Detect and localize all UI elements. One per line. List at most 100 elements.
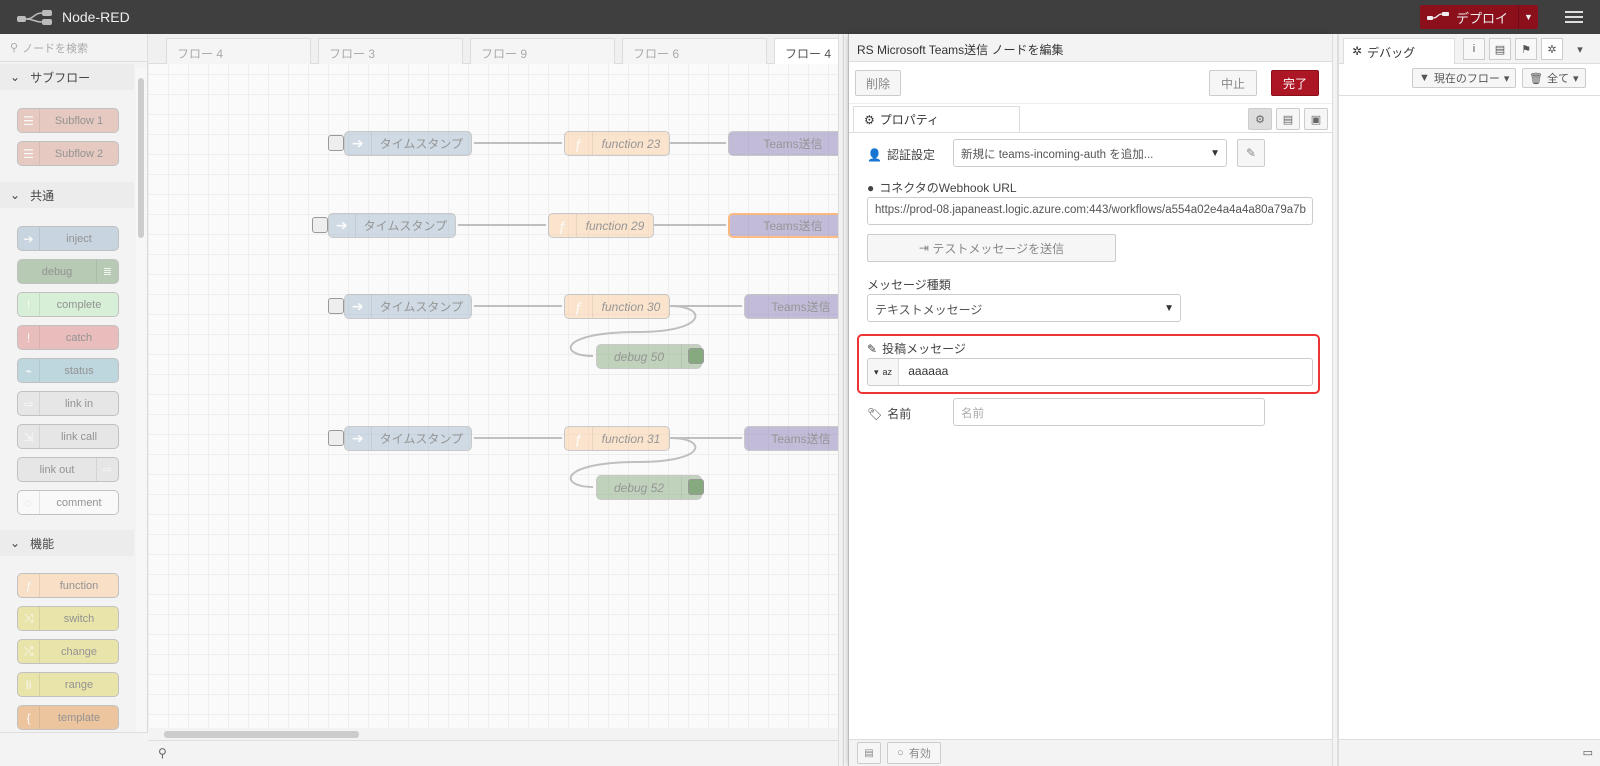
appearance-icon[interactable]: ▣ <box>1304 108 1328 130</box>
clear-all-button[interactable]: 🗑 全て ▾ <box>1522 68 1586 88</box>
palette-node-function[interactable]: ƒ function <box>17 573 119 598</box>
palette-node-template[interactable]: { template <box>17 705 119 730</box>
palette-node-range[interactable]: ǀi range <box>17 672 119 697</box>
deploy-dropdown-caret-icon[interactable]: ▼ <box>1518 5 1538 29</box>
flow-node-label: Teams送信 <box>771 300 831 314</box>
circle-icon: ○ <box>897 747 904 759</box>
webhook-url-input[interactable]: https://prod-08.japaneast.logic.azure.co… <box>867 197 1313 225</box>
flow-node-debug[interactable]: debug 52 ≣ <box>596 475 702 500</box>
debug-toggle-button[interactable] <box>688 348 704 364</box>
flow-node-function[interactable]: ƒ function 29 <box>548 213 654 238</box>
delete-button[interactable]: 削除 <box>855 70 901 96</box>
search-icon: ⚲ <box>10 42 19 54</box>
inject-trigger-button[interactable] <box>328 298 344 314</box>
message-type-select[interactable]: テキストメッセージ ▼ <box>867 294 1181 322</box>
chevron-down-icon: ▼ <box>1164 303 1174 314</box>
flow-node-teams[interactable]: Teams送信 <box>744 294 838 319</box>
help-book-icon[interactable]: ▤ <box>1489 38 1511 60</box>
palette-node-label: Subflow 2 <box>54 147 104 160</box>
debug-toggle-button[interactable] <box>688 479 704 495</box>
palette-node-debug[interactable]: debug ≣ <box>17 259 119 284</box>
description-icon[interactable]: ▤ <box>1276 108 1300 130</box>
main-menu-icon[interactable] <box>1565 8 1583 26</box>
inject-trigger-button[interactable] <box>312 217 328 233</box>
filter-current-flow-button[interactable]: ▼ 現在のフロー ▾ <box>1412 68 1517 88</box>
palette-node-subflow-2[interactable]: ☰ Subflow 2 <box>17 141 119 166</box>
palette-node-switch[interactable]: ⤨ switch <box>17 606 119 631</box>
flow-node-function[interactable]: ƒ function 31 <box>564 426 670 451</box>
flow-workspace[interactable]: フロー 4 フロー 3 フロー 9 フロー 6 フロー 4 ➔ タイムスタンプ … <box>148 34 838 740</box>
flow-node-teams-selected[interactable]: Teams送信 <box>728 213 838 238</box>
palette-node-label: debug <box>41 265 73 278</box>
tab-properties[interactable]: ⚙ プロパティ <box>853 106 1020 133</box>
edit-pencil-button[interactable]: ✎ <box>1237 139 1265 167</box>
palette-node-inject[interactable]: ➔ inject <box>17 226 119 251</box>
palette-category-function[interactable]: ⌄ 機能 <box>0 530 134 556</box>
palette-category-subflow[interactable]: ⌄ サブフロー <box>0 64 134 90</box>
switch-icon: ⤨ <box>18 607 40 630</box>
function-f-icon: ƒ <box>18 574 40 597</box>
tab-debug-label: デバッグ <box>1367 46 1416 60</box>
flow-node-timestamp[interactable]: ➔ タイムスタンプ <box>344 294 472 319</box>
palette-node-link-in[interactable]: ⇨ link in <box>17 391 119 416</box>
post-message-typed-input[interactable]: ▾ az aaaaaa <box>867 358 1313 386</box>
enabled-toggle[interactable]: ○ 有効 <box>887 742 941 764</box>
book-icon[interactable]: ▤ <box>857 742 881 764</box>
flow-node-debug[interactable]: debug 50 ≣ <box>596 344 702 369</box>
range-icon: ǀi <box>18 673 40 696</box>
done-button[interactable]: 完了 <box>1271 70 1319 96</box>
palette-node-complete[interactable]: ! complete <box>17 292 119 317</box>
auth-select[interactable]: 新規に teams-incoming-auth を追加... ▼ <box>953 139 1227 167</box>
palette-node-comment[interactable]: ◌ comment <box>17 490 119 515</box>
palette-category-label: 共通 <box>30 188 55 203</box>
workspace-horizontal-scrollbar[interactable] <box>148 728 838 740</box>
sidebar-tabs: ✲ デバッグ i ▤ ⚑ ✲ ▾ <box>1339 34 1600 64</box>
palette-node-label: status <box>64 364 94 377</box>
inject-trigger-button[interactable] <box>328 135 344 151</box>
flow-node-timestamp[interactable]: ➔ タイムスタンプ <box>328 213 456 238</box>
info-icon[interactable]: i <box>1463 38 1485 60</box>
palette-node-subflow-1[interactable]: ☰ Subflow 1 <box>17 108 119 133</box>
palette-search-input[interactable]: ⚲ ノードを検索 <box>0 34 147 62</box>
palette-node-label: Subflow 1 <box>54 114 104 127</box>
search-icon[interactable]: ⚲ <box>158 746 167 760</box>
type-selector-button[interactable]: ▾ az <box>868 359 900 385</box>
deploy-label: デプロイ <box>1456 10 1509 26</box>
function-f-icon: ƒ <box>565 295 593 318</box>
chevron-down-icon: ⌄ <box>10 188 21 202</box>
flow-node-timestamp[interactable]: ➔ タイムスタンプ <box>344 131 472 156</box>
flow-node-teams[interactable]: Teams送信 <box>744 426 838 451</box>
palette-node-link-out[interactable]: link out ⇨ <box>17 457 119 482</box>
palette-scrollbar[interactable] <box>136 68 146 758</box>
palette-node-link-call[interactable]: ⇲ link call <box>17 424 119 449</box>
gear-icon[interactable]: ⚙ <box>1248 108 1272 130</box>
deploy-button[interactable]: デプロイ ▼ <box>1420 5 1538 29</box>
flow-node-teams[interactable]: Teams送信 <box>728 131 838 156</box>
palette-node-change[interactable]: ⤭ change <box>17 639 119 664</box>
config-nodes-icon[interactable]: ⚑ <box>1515 38 1537 60</box>
tray-footer: ▤ ○ 有効 <box>849 739 1333 766</box>
palette-node-label: comment <box>56 496 102 509</box>
inject-trigger-button[interactable] <box>328 430 344 446</box>
palette-node-catch[interactable]: ! catch <box>17 325 119 350</box>
monitor-icon[interactable]: ▭ <box>1583 746 1593 759</box>
user-icon: 👤 <box>867 147 882 162</box>
flow-node-function[interactable]: ƒ function 30 <box>564 294 670 319</box>
exclamation-icon: ! <box>18 293 40 316</box>
header-bar: Node-RED デプロイ ▼ <box>0 0 1600 34</box>
chevron-down-icon[interactable]: ▾ <box>1569 38 1591 60</box>
send-test-message-button[interactable]: ⇥ テストメッセージを送信 <box>867 234 1116 262</box>
name-input[interactable]: 名前 <box>953 398 1265 426</box>
flow-node-label: Teams送信 <box>763 137 823 151</box>
tab-debug[interactable]: ✲ デバッグ <box>1343 38 1455 64</box>
tray-resize-handle[interactable] <box>838 34 844 766</box>
bug-icon: ✲ <box>1352 44 1363 58</box>
palette-category-common[interactable]: ⌄ 共通 <box>0 182 134 208</box>
palette-node-status[interactable]: ⌁ status <box>17 358 119 383</box>
caret-down-icon: ▾ <box>874 366 879 377</box>
bug-icon[interactable]: ✲ <box>1541 38 1563 60</box>
flow-node-timestamp[interactable]: ➔ タイムスタンプ <box>344 426 472 451</box>
shuffle-icon: ⤭ <box>18 640 40 663</box>
cancel-button[interactable]: 中止 <box>1209 70 1257 96</box>
flow-node-function[interactable]: ƒ function 23 <box>564 131 670 156</box>
